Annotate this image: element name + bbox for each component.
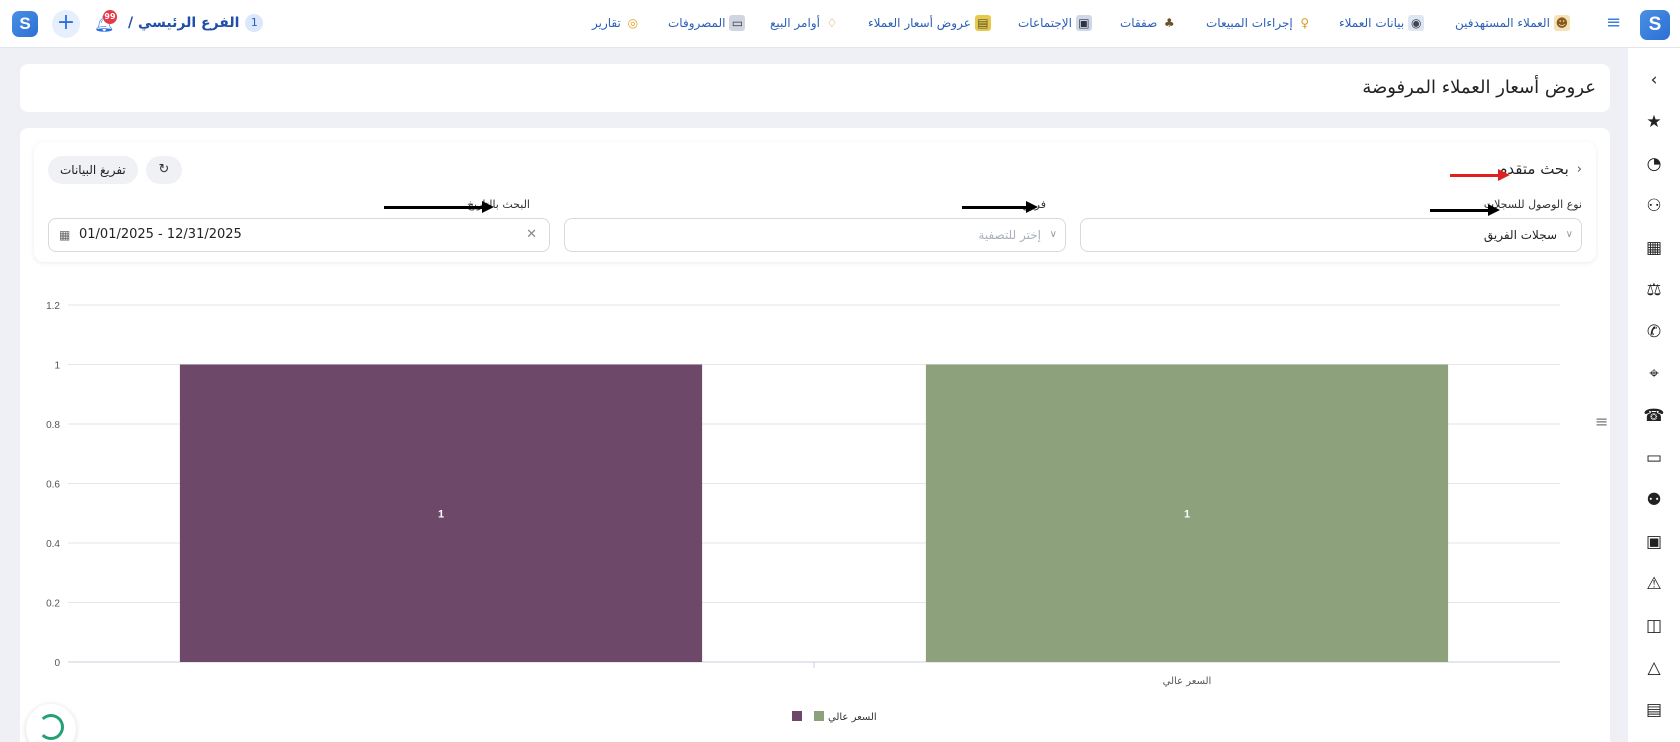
nav-label: تقارير [592, 16, 621, 30]
y-tick-label: 0.8 [46, 420, 60, 431]
notification-badge: 99 [103, 10, 117, 24]
phone-call-icon[interactable]: ✆ [1642, 320, 1666, 344]
deals-icon: ♣ [1163, 16, 1175, 30]
nav-label: المصروفات [668, 16, 726, 30]
legend-swatch [814, 711, 824, 721]
y-tick-label: 0.2 [46, 599, 60, 610]
team-select[interactable]: ∨ إختر للتصفية [564, 218, 1066, 252]
add-button[interactable]: + [52, 10, 80, 38]
team-placeholder: إختر للتصفية [978, 228, 1041, 242]
users-icon[interactable]: ⚇ [1642, 194, 1666, 218]
star-icon[interactable]: ★ [1642, 110, 1666, 134]
nav-deals[interactable]: صفقات ♣ [1120, 15, 1177, 31]
sales-actions-icon: ♀ [1300, 16, 1310, 30]
legend-label: السعر عالي [828, 712, 877, 723]
nav-quotes[interactable]: عروض أسعار العملاء ▤ [868, 15, 991, 31]
nav-target-customers[interactable]: العملاء المستهدفين ☻ [1455, 15, 1570, 31]
clear-icon[interactable]: ✕ [526, 219, 537, 251]
nav-label: الإجتماعات [1018, 16, 1072, 30]
bar-data-label: 1 [438, 508, 444, 520]
menu-icon[interactable]: ≡ [1606, 14, 1624, 32]
bar-data-label: 1 [1184, 508, 1190, 520]
y-tick-label: 1 [54, 361, 60, 372]
nav-label: بيانات العملاء [1339, 16, 1405, 30]
customer-data-icon: ◉ [1408, 15, 1425, 31]
nav-meetings[interactable]: الإجتماعات ▣ [1018, 15, 1092, 31]
nav-sales-orders[interactable]: أوامر البيع ♢ [770, 15, 840, 31]
legend-swatch [792, 711, 802, 721]
access-type-select[interactable]: ∨ سجلات الفريق [1080, 218, 1582, 252]
card-settings-icon[interactable]: ▭ [1642, 446, 1666, 470]
branch-count-badge: 1 [245, 14, 264, 32]
meetings-icon: ▣ [1075, 15, 1092, 31]
access-type-value: سجلات الفريق [1483, 228, 1557, 242]
app-logo[interactable]: S [1640, 10, 1670, 40]
advanced-search-toggle[interactable]: ‹ بحث متقدم [1498, 160, 1582, 178]
page-title: عروض أسعار العملاء المرفوضة [1362, 77, 1596, 98]
chevron-down-icon: ∨ [1049, 229, 1057, 240]
chevron-left-icon[interactable]: ‹ [1642, 68, 1666, 92]
warning-icon[interactable]: ⚠ [1642, 572, 1666, 596]
nav-expenses[interactable]: المصروفات ▭ [668, 15, 746, 31]
nav-label: صفقات [1120, 16, 1158, 30]
clear-data-button[interactable]: تفريغ البيانات [48, 156, 138, 184]
invoice-icon[interactable]: ▤ [1642, 698, 1666, 722]
stamp-icon[interactable]: ⚖ [1642, 278, 1666, 302]
refresh-button[interactable]: ↻ [146, 156, 182, 184]
annotation-arrow-red [1450, 169, 1510, 181]
target-customers-icon: ☻ [1553, 15, 1570, 31]
annotation-arrow [1430, 204, 1500, 216]
annotation-arrow [384, 201, 494, 213]
video-icon[interactable]: ◫ [1642, 614, 1666, 638]
nav-customer-data[interactable]: بيانات العملاء ◉ [1339, 15, 1425, 31]
bar-chart: 0 0.2 0.4 0.6 0.8 1 1.2 1 1 السعر عالي السعر عالي [46, 301, 1560, 723]
nav-label: إجراءات المبيعات [1206, 16, 1293, 30]
branch-selector[interactable]: الفرع الرئيسي / 1 [128, 14, 264, 32]
quotes-icon: ▤ [974, 15, 991, 31]
expenses-icon: ▭ [729, 15, 746, 31]
money-icon[interactable]: ▣ [1642, 530, 1666, 554]
nav-label: عروض أسعار العملاء [868, 16, 971, 30]
group-icon[interactable]: ⚉ [1642, 488, 1666, 512]
building-icon[interactable]: ▦ [1642, 236, 1666, 260]
calendar-icon: ▦ [59, 228, 71, 242]
target-icon[interactable]: ⌖ [1642, 362, 1666, 386]
y-tick-label: 1.2 [46, 301, 60, 312]
sales-orders-icon: ♢ [826, 16, 838, 30]
x-tick-label: السعر عالي [1163, 676, 1212, 687]
date-range-value: 01/01/2025 - 12/31/2025 [79, 227, 242, 242]
annotation-arrow [962, 201, 1038, 213]
date-label: البحث بالتاريخ [466, 198, 530, 211]
y-tick-label: 0.6 [46, 480, 60, 491]
y-tick-label: 0.4 [46, 539, 60, 550]
date-range-input[interactable]: ▦ 01/01/2025 - 12/31/2025 ✕ [48, 218, 550, 252]
nav-reports[interactable]: تقارير ◎ [592, 15, 641, 31]
app-logo-secondary[interactable]: S [12, 11, 38, 37]
top-bar: S ≡ العملاء المستهدفين ☻ بيانات العملاء … [0, 0, 1680, 48]
dashboard-gauge-icon[interactable]: ◔ [1642, 152, 1666, 176]
nav-label: أوامر البيع [770, 16, 820, 30]
title-card: عروض أسعار العملاء المرفوضة [20, 64, 1610, 112]
reports-icon: ◎ [627, 16, 639, 30]
advanced-search-panel: ‹ بحث متقدم تفريغ البيانات ↻ نوع الوصول … [34, 142, 1596, 262]
right-sidebar: ‹ ★ ◔ ⚇ ▦ ⚖ ✆ ⌖ ☎ ▭ ⚉ ▣ ⚠ ◫ △ ▤ [1628, 48, 1680, 742]
nav-label: العملاء المستهدفين [1455, 16, 1550, 30]
nav-sales-actions[interactable]: إجراءات المبيعات ♀ [1206, 15, 1313, 31]
chevron-icon: ‹ [1576, 161, 1582, 177]
y-tick-label: 0 [54, 658, 60, 669]
triangle-icon[interactable]: △ [1642, 656, 1666, 680]
chevron-down-icon: ∨ [1565, 229, 1573, 240]
branch-label: الفرع الرئيسي / [128, 15, 240, 31]
telephone-icon[interactable]: ☎ [1642, 404, 1666, 428]
